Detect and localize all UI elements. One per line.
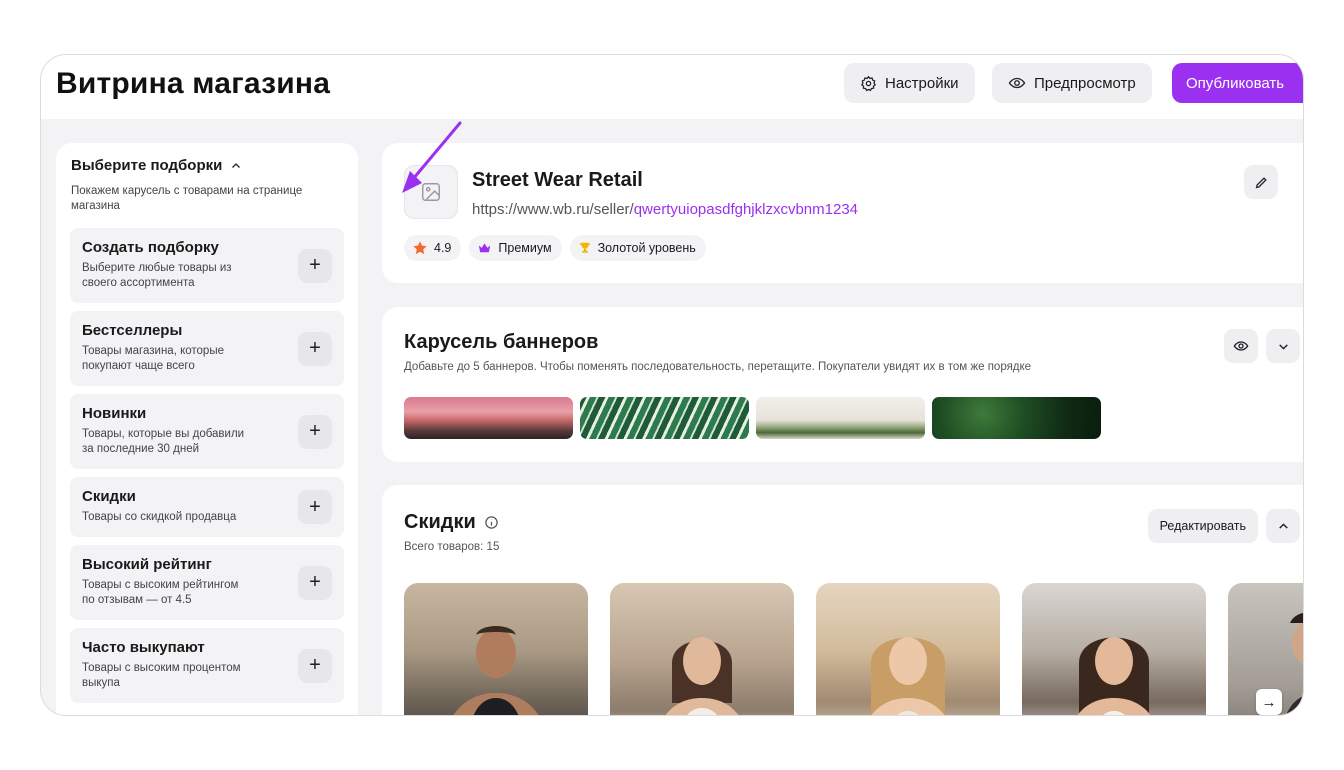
collection-cards: Создать подборку Выберите любые товары и… — [70, 228, 344, 703]
shop-info-panel: Street Wear Retail https://www.wb.ru/sel… — [382, 143, 1303, 283]
product-image[interactable] — [1022, 583, 1206, 715]
preview-label: Предпросмотр — [1034, 74, 1136, 92]
discounts-panel: Скидки Всего товаров: 15 Редактировать → — [382, 485, 1303, 715]
discounts-title: Скидки — [404, 511, 476, 533]
banner-image-mountains[interactable] — [404, 397, 573, 439]
rating-badge: 4.9 — [404, 235, 462, 261]
top-bar: Витрина магазина Настройки Предпросмотр … — [41, 55, 1303, 119]
gear-icon — [860, 75, 877, 91]
card-title: Бестселлеры — [82, 322, 183, 339]
add-button[interactable]: + — [298, 490, 332, 524]
premium-label: Премиум — [498, 241, 552, 255]
card-title: Высокий рейтинг — [82, 556, 212, 573]
collection-card-new: Новинки Товары, которые вы добавили за п… — [70, 394, 344, 469]
plus-icon: + — [309, 654, 321, 676]
plus-icon: + — [309, 495, 321, 518]
add-button[interactable]: + — [298, 414, 332, 449]
add-button[interactable]: + — [298, 331, 332, 366]
page-title: Витрина магазина — [56, 67, 331, 100]
banner-carousel-title: Карусель баннеров — [404, 331, 599, 353]
rating-value: 4.9 — [434, 241, 452, 255]
product-image[interactable] — [816, 583, 1000, 715]
eye-icon — [1233, 341, 1249, 351]
collections-heading: Выберите подборки — [71, 157, 223, 174]
model-photo — [871, 637, 945, 715]
product-image[interactable] — [404, 583, 588, 715]
card-title: Новинки — [82, 405, 147, 422]
arrow-right-icon: → — [1261, 693, 1277, 711]
shop-url-slug: qwertyuiopasdfghjklzxcvbnm1234 — [633, 201, 859, 218]
card-description: Товары, которые вы добавили за последние… — [82, 428, 245, 455]
banner-visibility-button[interactable] — [1224, 329, 1258, 363]
collections-sidebar: Выберите подборки Покажем карусель с тов… — [56, 143, 358, 715]
model-photo — [453, 626, 539, 715]
app-window: Витрина магазина Настройки Предпросмотр … — [40, 54, 1304, 716]
add-button[interactable]: + — [298, 248, 332, 283]
collection-card-often-bought: Часто выкупают Товары с высоким проценто… — [70, 628, 344, 703]
plus-icon: + — [309, 254, 321, 276]
eye-icon — [1008, 77, 1026, 89]
chevron-down-icon — [1278, 343, 1288, 350]
card-description: Выберите любые товары из своего ассортим… — [82, 262, 232, 289]
preview-button[interactable]: Предпросмотр — [992, 63, 1152, 103]
star-icon — [413, 241, 427, 255]
collections-description: Покажем карусель с товарами на странице … — [71, 185, 303, 212]
shop-name: Street Wear Retail — [472, 169, 643, 191]
card-description: Товары магазина, которые покупают чаще в… — [82, 345, 224, 372]
collection-card-create: Создать подборку Выберите любые товары и… — [70, 228, 344, 303]
banner-image-foliage[interactable] — [932, 397, 1101, 439]
discounts-collapse-button[interactable] — [1266, 509, 1300, 543]
card-description: Товары с высоким рейтингом по отзывам — … — [82, 579, 239, 606]
banner-list — [404, 397, 1101, 439]
pencil-icon — [1255, 176, 1267, 188]
trophy-icon — [579, 242, 590, 253]
banner-expand-button[interactable] — [1266, 329, 1300, 363]
discounts-edit-button[interactable]: Редактировать — [1147, 509, 1258, 543]
gold-level-label: Золотой уровень — [597, 241, 696, 255]
plus-icon: + — [309, 571, 321, 593]
collection-card-bestsellers: Бестселлеры Товары магазина, которые пок… — [70, 311, 344, 386]
collection-card-discounts: Скидки Товары со скидкой продавца + — [70, 477, 344, 537]
collection-card-high-rating: Высокий рейтинг Товары с высоким рейтинг… — [70, 545, 344, 620]
chevron-up-icon — [232, 162, 241, 168]
edit-shop-button[interactable] — [1244, 165, 1278, 199]
banner-image-shelf[interactable] — [756, 397, 925, 439]
card-title: Скидки — [82, 488, 136, 505]
shop-url-prefix: https://www.wb.ru/seller/ — [472, 201, 634, 218]
plus-icon: + — [309, 420, 321, 442]
gold-level-badge: Золотой уровень — [569, 235, 706, 261]
crown-icon — [479, 243, 491, 252]
premium-badge: Премиум — [469, 235, 562, 261]
banner-carousel-panel: Карусель баннеров Добавьте до 5 баннеров… — [382, 307, 1303, 462]
info-icon[interactable] — [484, 515, 499, 530]
collections-header[interactable]: Выберите подборки — [71, 157, 344, 174]
shop-badges: 4.9 Премиум Золотой уровень — [404, 235, 706, 261]
discount-products — [404, 583, 1303, 715]
add-button[interactable]: + — [298, 565, 332, 600]
model-photo — [665, 637, 739, 715]
discounts-title-row: Скидки — [404, 511, 499, 534]
card-description: Товары с высоким процентом выкупа — [82, 662, 241, 689]
banner-carousel-subtitle: Добавьте до 5 баннеров. Чтобы поменять п… — [404, 361, 1032, 373]
chevron-up-icon — [1278, 522, 1288, 529]
annotation-arrow-icon — [402, 121, 462, 193]
card-title: Создать подборку — [82, 239, 219, 256]
add-button[interactable]: + — [298, 648, 332, 683]
product-image[interactable] — [610, 583, 794, 715]
plus-icon: + — [309, 337, 321, 359]
card-description: Товары со скидкой продавца — [82, 511, 237, 523]
card-title: Часто выкупают — [82, 639, 205, 656]
settings-button[interactable]: Настройки — [844, 63, 975, 103]
banner-image-leaves[interactable] — [580, 397, 749, 439]
shop-url[interactable]: https://www.wb.ru/seller/qwertyuiopasdfg… — [472, 201, 858, 218]
discounts-count: Всего товаров: 15 — [404, 541, 500, 553]
carousel-next-button[interactable]: → — [1256, 689, 1282, 715]
settings-label: Настройки — [885, 74, 959, 92]
model-photo — [1077, 637, 1151, 715]
publish-button[interactable]: Опубликовать — [1172, 63, 1303, 103]
